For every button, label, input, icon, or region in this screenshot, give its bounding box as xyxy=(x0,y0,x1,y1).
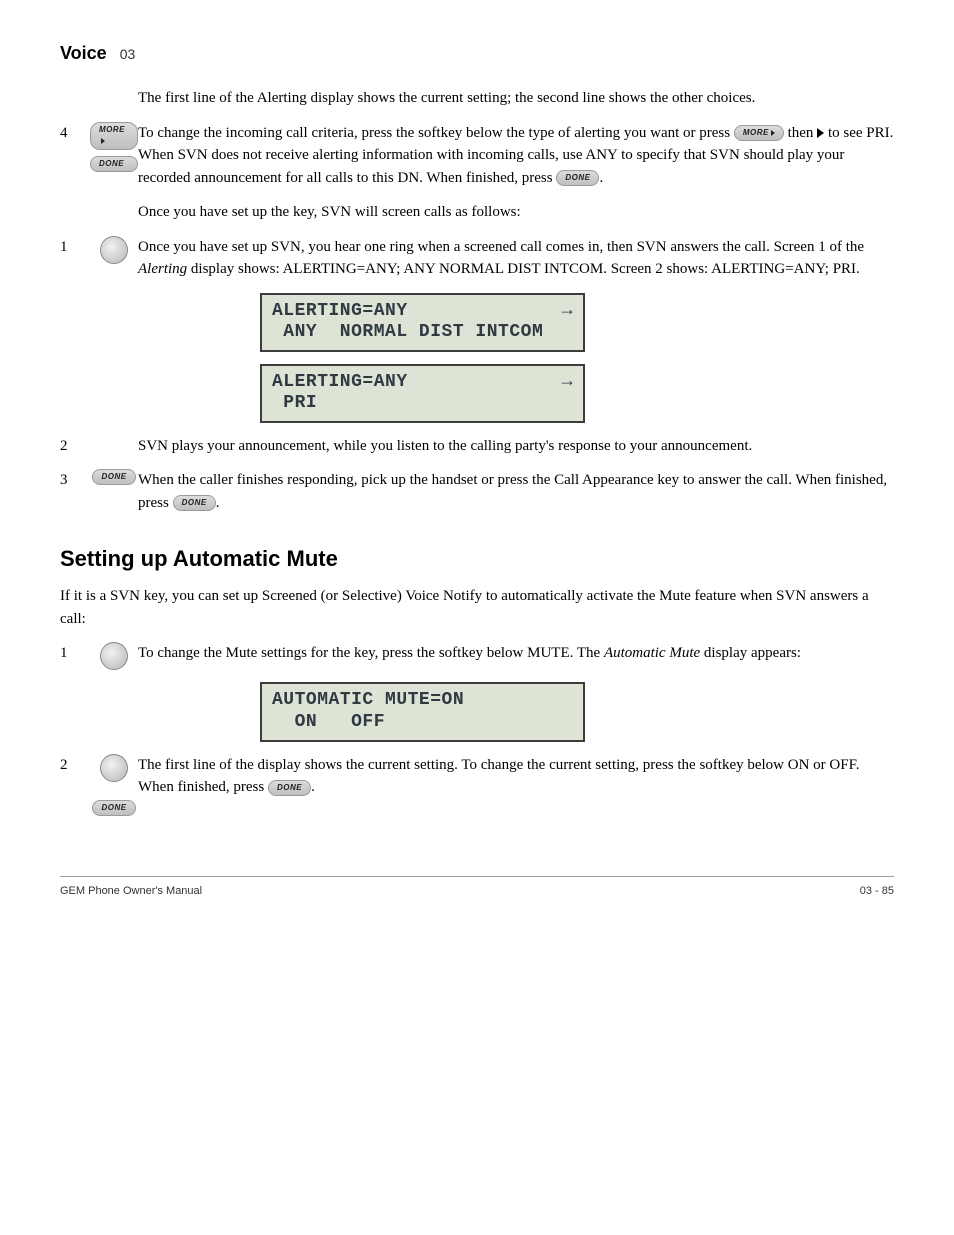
chevron-right-icon xyxy=(771,130,775,136)
step-number: 1 xyxy=(60,236,80,259)
setup1-text-b: display shows: ALERTING=ANY; ANY NORMAL … xyxy=(191,261,860,277)
inline-done-button[interactable]: DONE xyxy=(556,170,599,186)
step-icon-col xyxy=(90,642,138,670)
lcd-line-2: ANY NORMAL DIST INTCOM xyxy=(272,322,543,342)
softkey-button-icon[interactable] xyxy=(100,236,128,264)
step-icon-col: DONE xyxy=(90,754,138,816)
inline-done-label: DONE xyxy=(277,783,302,792)
step-number: 1 xyxy=(60,642,80,665)
more-button[interactable]: MORE xyxy=(90,122,138,150)
header-chapter: 03 xyxy=(120,46,136,62)
step4-text-d: . xyxy=(599,170,603,186)
lcd-line-1: ALERTING=ANY xyxy=(272,372,408,392)
inline-done-label: DONE xyxy=(565,173,590,182)
softkey-button-icon[interactable] xyxy=(100,642,128,670)
setup1-text-a: Once you have set up SVN, you hear one r… xyxy=(138,239,864,255)
step4-text-a: To change the incoming call criteria, pr… xyxy=(138,125,734,141)
step-icon-col: MORE DONE xyxy=(90,122,138,172)
lcd-alerting-screen-1: → ALERTING=ANY ANY NORMAL DIST INTCOM xyxy=(260,293,585,352)
step-icon-col: DONE xyxy=(90,469,138,485)
lcd-arrow-icon: → xyxy=(562,301,573,323)
step-number: 4 xyxy=(60,122,80,145)
automute1-text-a: To change the Mute settings for the key,… xyxy=(138,645,604,661)
page-footer: GEM Phone Owner's Manual 03 - 85 xyxy=(60,876,894,900)
inline-done-button[interactable]: DONE xyxy=(173,495,216,511)
setup-step-3: 3 DONE When the caller finishes respondi… xyxy=(60,469,894,514)
setup3-text-a: When the caller finishes responding, pic… xyxy=(138,472,887,511)
automute-step-1: 1 To change the Mute settings for the ke… xyxy=(60,642,894,670)
step-number: 2 xyxy=(60,754,80,777)
lcd-automute: AUTOMATIC MUTE=ON ON OFF xyxy=(260,682,585,741)
done-button[interactable]: DONE xyxy=(92,800,135,816)
chevron-right-icon xyxy=(101,138,105,144)
footer-right: 03 - 85 xyxy=(860,883,894,900)
step-text: The first line of the display shows the … xyxy=(138,754,894,799)
automute2-text-b: . xyxy=(311,779,315,795)
done-button[interactable]: DONE xyxy=(90,156,138,172)
footer-left: GEM Phone Owner's Manual xyxy=(60,883,202,900)
alerting-intro: The first line of the Alerting display s… xyxy=(138,87,894,110)
header-title: Voice xyxy=(60,43,107,63)
setup3-text-b: . xyxy=(216,495,220,511)
step-icon-col xyxy=(90,236,138,264)
step-text: Once you have set up SVN, you hear one r… xyxy=(138,236,894,281)
done-button-label: DONE xyxy=(99,159,124,168)
setup-intro: Once you have set up the key, SVN will s… xyxy=(138,201,894,224)
step-text: To change the incoming call criteria, pr… xyxy=(138,122,894,190)
step-number: 3 xyxy=(60,469,80,492)
lcd-line-2: ON OFF xyxy=(272,712,385,732)
section-heading-automute: Setting up Automatic Mute xyxy=(60,542,894,575)
lcd-alerting-screen-2: → ALERTING=ANY PRI xyxy=(260,364,585,423)
setup-step-1: 1 Once you have set up SVN, you hear one… xyxy=(60,236,894,281)
step-4: 4 MORE DONE To change the incoming call … xyxy=(60,122,894,190)
running-header: Voice 03 xyxy=(60,40,894,67)
inline-more-label: MORE xyxy=(743,128,769,137)
inline-done-button[interactable]: DONE xyxy=(268,780,311,796)
triangle-right-icon xyxy=(817,128,824,138)
lcd-line-1: ALERTING=ANY xyxy=(272,301,408,321)
lcd-line-1: AUTOMATIC MUTE=ON xyxy=(272,690,464,710)
lcd-line-2: PRI xyxy=(272,393,317,413)
setup-step-2: 2 SVN plays your announcement, while you… xyxy=(60,435,894,458)
automute-step-2: 2 DONE The first line of the display sho… xyxy=(60,754,894,816)
automute-italic: Automatic Mute xyxy=(604,645,700,661)
alerting-italic: Alerting xyxy=(138,261,187,277)
inline-done-label: DONE xyxy=(182,498,207,507)
softkey-button-icon[interactable] xyxy=(100,754,128,782)
lcd-arrow-icon: → xyxy=(562,372,573,394)
done-button-label: DONE xyxy=(101,803,126,812)
done-button[interactable]: DONE xyxy=(92,469,135,485)
step-text: To change the Mute settings for the key,… xyxy=(138,642,894,665)
step4-text-b: then xyxy=(788,125,818,141)
done-button-label: DONE xyxy=(101,472,126,481)
step-text: SVN plays your announcement, while you l… xyxy=(138,435,894,458)
step-number: 2 xyxy=(60,435,80,458)
step-text: When the caller finishes responding, pic… xyxy=(138,469,894,514)
automute2-text-a: The first line of the display shows the … xyxy=(138,757,860,796)
inline-more-button[interactable]: MORE xyxy=(734,125,784,141)
automute-intro: If it is a SVN key, you can set up Scree… xyxy=(60,585,894,630)
automute1-text-b: display appears: xyxy=(704,645,801,661)
more-button-label: MORE xyxy=(99,125,125,134)
